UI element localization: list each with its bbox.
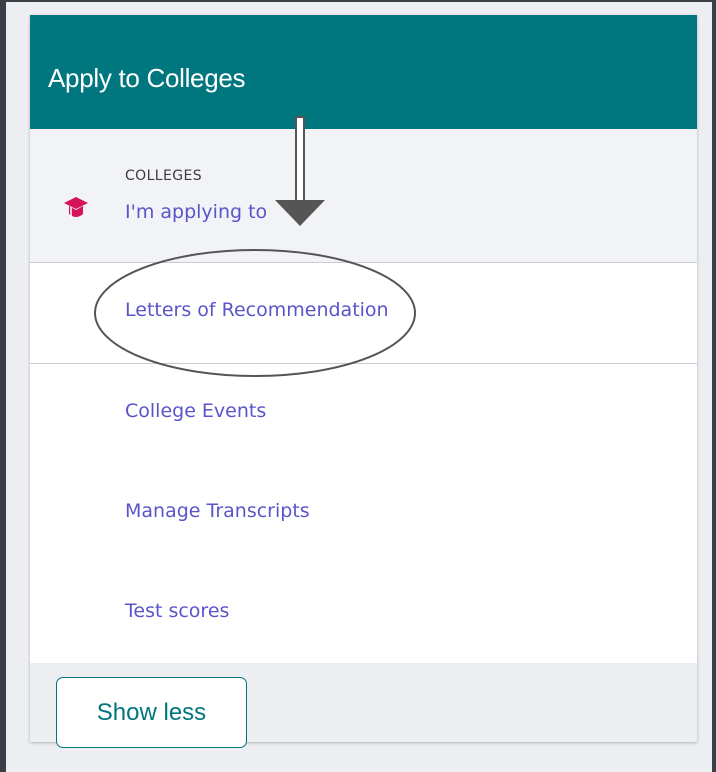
apply-to-colleges-card: Apply to Colleges COLLEGES I'm applying … <box>30 15 697 748</box>
graduation-cap-icon <box>64 197 88 219</box>
menu-item-label[interactable]: Letters of Recommendation <box>125 299 389 321</box>
menu-item-manage-transcripts[interactable]: Manage Transcripts <box>30 464 697 565</box>
menu-item-letters-of-recommendation[interactable]: Letters of Recommendation <box>30 263 697 364</box>
colleges-applying-link[interactable]: I'm applying to <box>125 201 267 223</box>
show-less-button[interactable]: Show less <box>56 677 247 748</box>
card-header: Apply to Colleges <box>30 15 697 129</box>
card-footer: Show less <box>30 663 697 748</box>
menu-item-test-scores[interactable]: Test scores <box>30 564 697 664</box>
menu-item-label[interactable]: College Events <box>125 400 266 422</box>
colleges-eyebrow: COLLEGES <box>125 168 203 184</box>
menu-item-college-events[interactable]: College Events <box>30 364 697 465</box>
menu-item-label[interactable]: Test scores <box>125 600 229 622</box>
card-title: Apply to Colleges <box>48 63 246 93</box>
menu-item-label[interactable]: Manage Transcripts <box>125 500 310 522</box>
colleges-section[interactable]: COLLEGES I'm applying to <box>30 129 697 263</box>
